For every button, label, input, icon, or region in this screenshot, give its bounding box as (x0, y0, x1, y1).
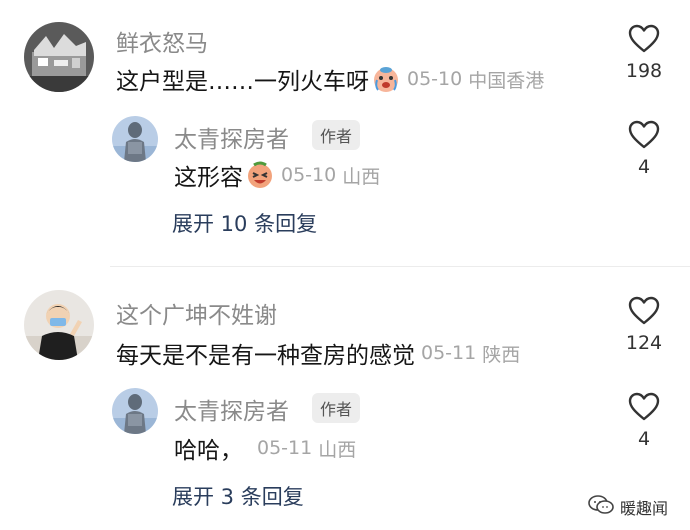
comment-username[interactable]: 这个广坤不姓谢 (116, 296, 277, 330)
author-badge: 作者 (312, 393, 361, 423)
reply-avatar[interactable] (112, 116, 158, 162)
watermark: 暖趣闻 (588, 494, 668, 520)
comment-location: 陕西 (482, 343, 521, 366)
reply-text-row: 哈哈， 05-11 山西 (174, 431, 356, 465)
expand-replies-button[interactable]: 展开 3 条回复 (172, 481, 304, 511)
reply-like-count: 4 (637, 428, 651, 450)
heart-icon[interactable] (614, 120, 674, 150)
reply-location: 山西 (342, 165, 381, 188)
comment-text-row: 这户型是……一列火车呀 05-10 中国香港 (116, 62, 544, 96)
avatar[interactable] (24, 22, 94, 92)
reply-location: 山西 (318, 438, 357, 461)
like-button[interactable]: 124 (614, 296, 674, 354)
comment-text: 这户型是……一列火车呀 (116, 69, 369, 95)
author-badge: 作者 (312, 120, 361, 150)
reply-text: 哈哈， (174, 438, 243, 464)
reply-username[interactable]: 太青探房者 (174, 392, 289, 426)
comment-username[interactable]: 鲜衣怒马 (116, 24, 208, 58)
reply-username[interactable]: 太青探房者 (174, 120, 289, 154)
expand-replies-button[interactable]: 展开 10 条回复 (172, 208, 317, 238)
reply-date: 05-10 (281, 164, 337, 186)
avatar[interactable] (24, 290, 94, 360)
divider (110, 266, 690, 267)
crying-face-icon (371, 64, 401, 94)
like-button[interactable]: 198 (614, 24, 674, 82)
reply-date: 05-11 (257, 437, 313, 459)
reply-like-button[interactable]: 4 (614, 120, 674, 178)
laughing-face-icon (245, 160, 275, 190)
comment-text-row: 每天是不是有一种查房的感觉 05-11 陕西 (116, 336, 520, 370)
wechat-icon (588, 494, 620, 520)
like-count: 124 (625, 332, 663, 354)
reply-avatar[interactable] (112, 388, 158, 434)
reply-like-button[interactable]: 4 (614, 392, 674, 450)
like-count: 198 (625, 60, 663, 82)
comment-date: 05-11 (421, 342, 477, 364)
heart-icon[interactable] (614, 24, 674, 54)
reply-text: 这形容 (174, 165, 243, 191)
watermark-text: 暖趣闻 (619, 499, 668, 518)
reply-like-count: 4 (637, 156, 651, 178)
comment-text: 每天是不是有一种查房的感觉 (116, 343, 415, 369)
comment-location: 中国香港 (468, 69, 545, 92)
reply-text-row: 这形容 05-10 山西 (174, 158, 380, 192)
heart-icon[interactable] (614, 392, 674, 422)
heart-icon[interactable] (614, 296, 674, 326)
comment-date: 05-10 (407, 68, 463, 90)
